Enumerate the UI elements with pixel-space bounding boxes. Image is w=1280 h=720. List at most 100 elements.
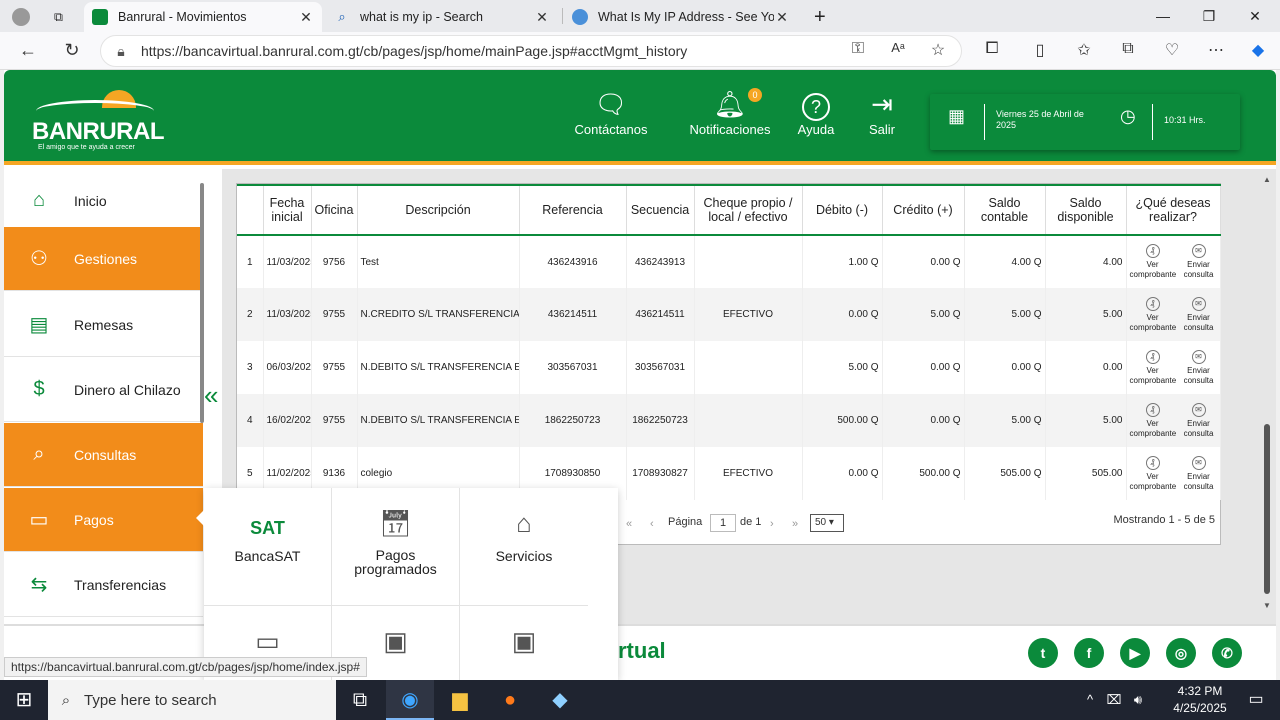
enviar-consulta-button[interactable]: ✉ Enviar consulta [1176,296,1220,333]
notifications-icon[interactable]: ▭ [1232,680,1280,720]
cell-saldo_cont: 5.00 Q [964,288,1046,341]
col-header-debito[interactable]: Débito (-) [802,184,883,236]
ver-comprobante-button[interactable]: ₰ Ver comprobante [1130,244,1176,280]
edge-icon[interactable]: ◉ [386,680,434,720]
nav-salir[interactable]: ⇥ Salir [862,88,902,137]
tab-search[interactable]: ⌕ what is my ip - Search ✕ [326,2,558,32]
banrural-logo[interactable]: BANRURAL El amigo que te ayuda a crecer [32,88,164,152]
enviar-consulta-button[interactable]: ✉ Enviar consulta [1176,349,1220,386]
sidebar-item-consultas[interactable]: ⌕ Consultas [4,423,203,487]
system-clock[interactable]: 4:32 PM 4/25/2025 [1160,683,1240,717]
col-header-saldo-disponible[interactable]: Saldo disponible [1045,184,1127,236]
performance-icon[interactable]: ♡ [1160,40,1184,60]
sidebar-item-label: Gestiones [74,250,138,267]
ver-comprobante-button[interactable]: ₰ Ver comprobante [1130,296,1176,333]
submenu-bancasat[interactable]: SAT BancaSAT [204,488,332,606]
col-header-oficina[interactable]: Oficina [311,184,358,236]
last-page-icon[interactable]: » [792,518,798,530]
site-header: BANRURAL El amigo que te ayuda a crecer … [4,70,1276,165]
sidebar-item-transferencias[interactable]: ⇆ Transferencias [4,553,203,617]
close-icon[interactable]: ✕ [298,9,314,26]
col-header-cheque[interactable]: Cheque propio / local / efectivo [694,184,803,236]
search-icon: ⌕ [33,443,45,465]
menu-dots-icon[interactable]: ⋯ [1204,40,1228,60]
ver-comprobante-button[interactable]: ₰ Ver comprobante [1130,455,1176,492]
sidebar-item-dinero-al-chilazo[interactable]: $ Dinero al Chilazo [4,358,203,422]
table-row: 1 11/03/2025 9756 Test 436243916 436243913 1.0… [237,235,1221,288]
instagram-icon[interactable]: ◎ [1166,638,1196,668]
cell-saldo_disp: 4.00 [1045,235,1127,288]
submenu-servicios[interactable]: ⌂ Servicios [460,488,588,606]
cell-saldo_disp: 0.00 [1045,341,1127,394]
copilot-icon[interactable]: ◆ [1246,40,1270,60]
col-header-saldo-contable[interactable]: Saldo contable [964,184,1046,236]
favorite-star-icon[interactable]: ☆ [926,40,950,60]
footer-brand: rtual [618,638,666,663]
file-explorer-icon[interactable]: ▆ [436,680,484,720]
sidebar-item-inicio[interactable]: ⌂ Inicio [4,169,203,233]
refresh-icon[interactable]: ↻ [60,40,84,61]
collections-icon[interactable]: ⧉ [1116,40,1140,58]
enviar-consulta-button[interactable]: ✉ Enviar consulta [1176,244,1220,280]
prev-page-icon[interactable]: ‹ [650,518,654,530]
youtube-icon[interactable]: ▶ [1120,638,1150,668]
windows-start-icon[interactable]: ⊞ [0,680,48,720]
next-page-icon[interactable]: › [770,518,774,530]
nav-ayuda[interactable]: ? Ayuda [794,88,838,137]
read-aloud-icon[interactable]: Aᵃ [886,40,910,55]
app-icon[interactable]: ◆ [536,680,584,720]
firefox-icon[interactable]: ● [486,680,534,720]
showing-count: Mostrando 1 - 5 de 5 [1113,514,1215,526]
cell-actions: ₰ Ver comprobante✉ Enviar consulta [1126,288,1221,341]
close-icon[interactable]: ✕ [774,9,790,26]
split-screen-icon[interactable]: ▯ [1028,40,1052,60]
tray-speaker-icon[interactable]: 🔊︎ [1114,680,1162,720]
back-icon[interactable]: ← [16,40,40,61]
col-header-descripcion[interactable]: Descripción [357,184,520,236]
facebook-icon[interactable]: f [1074,638,1104,668]
collapse-sidebar-icon[interactable]: « [204,380,218,411]
enviar-consulta-button[interactable]: ✉ Enviar consulta [1176,455,1220,492]
lock-icon: 🔒︎ [117,42,125,59]
content-scrollbar[interactable]: ▲ ▼ [1258,169,1276,624]
url-field[interactable]: 🔒︎ https://bancavirtual.banrural.com.gt/… [100,35,962,67]
restore-icon[interactable]: ❐ [1186,4,1232,28]
favorites-icon[interactable]: ✩ [1072,40,1096,60]
col-header-referencia[interactable]: Referencia [519,184,627,236]
close-icon[interactable]: ✕ [534,9,550,26]
sidebar-item-pagos[interactable]: ▭ Pagos [4,488,203,552]
profile-icon[interactable] [4,2,44,32]
enviar-consulta-button[interactable]: ✉ Enviar consulta [1176,402,1220,439]
sidebar-item-remesas[interactable]: ▤ Remesas [4,293,203,357]
pagina-label: Página [668,516,703,528]
key-icon[interactable]: ⚿ [846,40,870,58]
tab-banrural[interactable]: Banrural - Movimientos ✕ [84,2,322,32]
tab-whatismyip[interactable]: What Is My IP Address - See Your ✕ [564,2,798,32]
whatsapp-icon[interactable]: ✆ [1212,638,1242,668]
sidebar-item-label: Inicio [74,192,107,209]
col-header-credito[interactable]: Crédito (+) [882,184,965,236]
sidebar-item-gestiones[interactable]: ⚇ Gestiones [4,227,203,291]
mail-icon: ✉ [1191,349,1206,364]
nav-contactanos[interactable]: 🗨︎ Contáctanos [570,88,652,137]
page-input[interactable]: 1 [710,514,736,532]
col-header-secuencia[interactable]: Secuencia [626,184,695,236]
taskbar-search[interactable]: ⌕ Type here to search [48,680,336,720]
first-page-icon[interactable]: « [626,518,632,530]
col-header-fecha[interactable]: Fecha inicial [263,184,312,236]
minimize-icon[interactable]: — [1140,4,1186,28]
extensions-icon[interactable]: ⧠ [980,40,1004,58]
tab-actions-icon[interactable]: ⧉ [46,2,76,32]
new-tab-button[interactable]: + [806,2,834,32]
task-view-icon[interactable]: ⧉ [336,680,384,720]
submenu-wallet-2[interactable]: ▣ [460,606,588,680]
window-close-icon[interactable]: ✕ [1232,4,1278,28]
submenu-pagos-programados[interactable]: 📅︎ Pagos programados [332,488,460,606]
nav-label: Ayuda [797,122,835,137]
sidebar-item-label: Dinero al Chilazo [74,381,181,398]
nav-notificaciones[interactable]: 🔔︎ 0 Notificaciones [680,88,780,137]
per-page-select[interactable]: 50 ▾ [810,514,844,532]
ver-comprobante-button[interactable]: ₰ Ver comprobante [1130,402,1176,439]
twitter-icon[interactable]: t [1028,638,1058,668]
ver-comprobante-button[interactable]: ₰ Ver comprobante [1130,349,1176,386]
